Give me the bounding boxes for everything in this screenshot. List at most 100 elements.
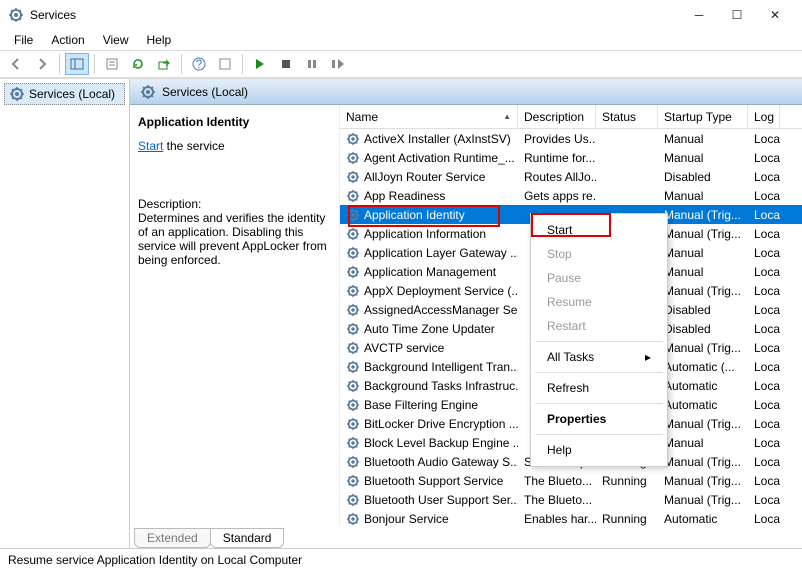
service-row[interactable]: Bluetooth User Support Ser...The Blueto.… <box>340 490 802 509</box>
cell-status: Running <box>596 512 658 526</box>
service-row[interactable]: ActiveX Installer (AxInstSV)Provides Us.… <box>340 129 802 148</box>
window-title: Services <box>30 8 680 22</box>
ctx-start[interactable]: Start <box>531 218 667 242</box>
ctx-stop: Stop <box>531 242 667 266</box>
minimize-button[interactable]: ─ <box>680 1 718 29</box>
toolbar-separator <box>94 54 95 74</box>
cell-logon: Loca <box>748 341 780 355</box>
cell-startup: Automatic <box>658 512 748 526</box>
menu-action[interactable]: Action <box>43 31 92 49</box>
cell-name: Application Layer Gateway ... <box>340 246 518 260</box>
cell-logon: Loca <box>748 189 780 203</box>
column-logon[interactable]: Log <box>748 105 780 128</box>
pane-body: Application Identity Start the service D… <box>130 105 802 526</box>
service-row[interactable]: Bonjour ServiceEnables har...RunningAuto… <box>340 509 802 526</box>
cell-startup: Manual (Trig... <box>658 208 748 222</box>
cell-name: Background Intelligent Tran... <box>340 360 518 374</box>
description-text: Determines and verifies the identity of … <box>138 211 331 267</box>
cell-name: Application Information <box>340 227 518 241</box>
ctx-restart: Restart <box>531 314 667 338</box>
cell-description: Gets apps re... <box>518 189 596 203</box>
cell-logon: Loca <box>748 398 780 412</box>
gear-icon <box>346 341 360 355</box>
context-menu: Start Stop Pause Resume Restart All Task… <box>530 213 668 467</box>
refresh-button[interactable] <box>126 53 150 75</box>
titlebar: Services ─ ☐ ✕ <box>0 0 802 30</box>
properties-button[interactable] <box>100 53 124 75</box>
close-button[interactable]: ✕ <box>756 1 794 29</box>
cell-logon: Loca <box>748 303 780 317</box>
service-row[interactable]: Agent Activation Runtime_...Runtime for.… <box>340 148 802 167</box>
column-description[interactable]: Description <box>518 105 596 128</box>
start-service-button[interactable] <box>248 53 272 75</box>
back-button[interactable] <box>4 53 28 75</box>
cell-description: Runtime for... <box>518 151 596 165</box>
column-name[interactable]: Name▲ <box>340 105 518 128</box>
cell-name: BitLocker Drive Encryption ... <box>340 417 518 431</box>
tree-item-services-local[interactable]: Services (Local) <box>4 83 125 105</box>
service-row[interactable]: App ReadinessGets apps re...ManualLoca <box>340 186 802 205</box>
forward-button[interactable] <box>30 53 54 75</box>
tab-standard[interactable]: Standard <box>210 528 285 548</box>
cell-startup: Automatic (... <box>658 360 748 374</box>
status-text: Resume service Application Identity on L… <box>8 553 302 567</box>
gear-icon <box>346 151 360 165</box>
toolbar-button[interactable] <box>213 53 237 75</box>
main-area: Services (Local) Services (Local) Applic… <box>0 78 802 548</box>
cell-startup: Manual <box>658 246 748 260</box>
ctx-separator <box>535 403 663 404</box>
cell-startup: Manual <box>658 151 748 165</box>
cell-name: Block Level Backup Engine ... <box>340 436 518 450</box>
stop-service-button[interactable] <box>274 53 298 75</box>
cell-startup: Manual (Trig... <box>658 493 748 507</box>
cell-name: AllJoyn Router Service <box>340 170 518 184</box>
gear-icon <box>346 417 360 431</box>
menu-help[interactable]: Help <box>139 31 180 49</box>
cell-startup: Manual (Trig... <box>658 227 748 241</box>
menu-file[interactable]: File <box>6 31 41 49</box>
cell-name: Bluetooth User Support Ser... <box>340 493 518 507</box>
column-startup[interactable]: Startup Type <box>658 105 748 128</box>
gear-icon <box>346 436 360 450</box>
ctx-help[interactable]: Help <box>531 438 667 462</box>
cell-logon: Loca <box>748 227 780 241</box>
cell-description: Provides Us... <box>518 132 596 146</box>
help-button[interactable]: ? <box>187 53 211 75</box>
tab-extended[interactable]: Extended <box>134 528 211 548</box>
maximize-button[interactable]: ☐ <box>718 1 756 29</box>
cell-startup: Automatic <box>658 398 748 412</box>
cell-logon: Loca <box>748 322 780 336</box>
ctx-pause: Pause <box>531 266 667 290</box>
service-row[interactable]: Bluetooth Support ServiceThe Blueto...Ru… <box>340 471 802 490</box>
column-status[interactable]: Status <box>596 105 658 128</box>
cell-logon: Loca <box>748 455 780 469</box>
pause-service-button[interactable] <box>300 53 324 75</box>
cell-name: Agent Activation Runtime_... <box>340 151 518 165</box>
gear-icon <box>346 170 360 184</box>
cell-logon: Loca <box>748 417 780 431</box>
menu-view[interactable]: View <box>95 31 137 49</box>
cell-logon: Loca <box>748 512 780 526</box>
export-button[interactable] <box>152 53 176 75</box>
toolbar-separator <box>59 54 60 74</box>
cell-startup: Manual (Trig... <box>658 284 748 298</box>
cell-logon: Loca <box>748 151 780 165</box>
services-icon <box>8 7 24 23</box>
cell-logon: Loca <box>748 474 780 488</box>
gear-icon <box>9 86 25 102</box>
ctx-refresh[interactable]: Refresh <box>531 376 667 400</box>
gear-icon <box>346 227 360 241</box>
ctx-properties[interactable]: Properties <box>531 407 667 431</box>
gear-icon <box>346 360 360 374</box>
cell-startup: Disabled <box>658 322 748 336</box>
cell-logon: Loca <box>748 208 780 222</box>
start-service-suffix: the service <box>163 139 224 153</box>
show-hide-tree-button[interactable] <box>65 53 89 75</box>
gear-icon <box>346 265 360 279</box>
gear-icon <box>346 322 360 336</box>
cell-name: Bonjour Service <box>340 512 518 526</box>
restart-service-button[interactable] <box>326 53 350 75</box>
ctx-all-tasks[interactable]: All Tasks▸ <box>531 345 667 369</box>
service-row[interactable]: AllJoyn Router ServiceRoutes AllJo...Dis… <box>340 167 802 186</box>
start-service-link[interactable]: Start <box>138 139 163 153</box>
